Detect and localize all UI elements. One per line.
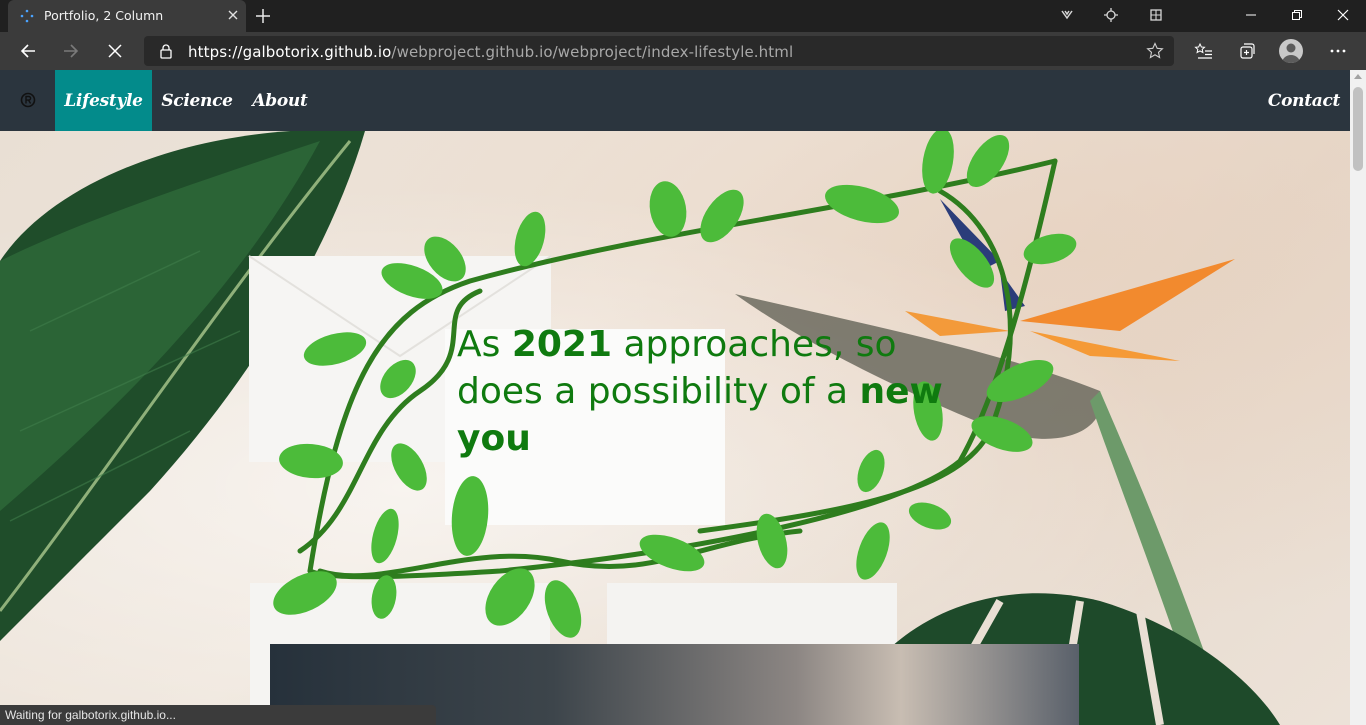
hero-section: As 2021 approaches, so does a possibilit…	[0, 131, 1350, 725]
collections-icon	[1240, 43, 1255, 59]
profile-avatar[interactable]	[1279, 39, 1303, 63]
user-icon	[1282, 43, 1300, 63]
restore-icon	[1292, 10, 1302, 20]
nav-item-science[interactable]: Science	[160, 70, 234, 131]
registered-icon[interactable]	[20, 92, 36, 108]
restore-button[interactable]	[1274, 0, 1320, 30]
browser-tab[interactable]: Portfolio, 2 Column	[8, 0, 246, 32]
address-bar[interactable]: https://galbotorix.github.io/webproject.…	[144, 36, 1174, 66]
extension-icon[interactable]	[1148, 7, 1164, 23]
page-scrollbar[interactable]	[1350, 70, 1366, 725]
status-bar-text: Waiting for galbotorix.github.io...	[0, 705, 436, 725]
scrollbar-thumb[interactable]	[1353, 87, 1363, 171]
site-navbar: Lifestyle Science About Contact	[0, 70, 1350, 131]
favorites-list-icon	[1194, 42, 1212, 59]
nav-item-contact[interactable]: Contact	[1264, 70, 1344, 131]
tab-title: Portfolio, 2 Column	[44, 8, 164, 23]
settings-menu-button[interactable]	[1324, 37, 1352, 65]
lock-icon	[160, 44, 172, 59]
scroll-up-arrow-icon[interactable]	[1354, 74, 1362, 79]
close-tab-icon[interactable]	[225, 7, 241, 23]
close-icon	[1337, 9, 1349, 21]
arrow-left-icon	[20, 44, 35, 58]
nav-item-lifestyle[interactable]: Lifestyle	[55, 70, 152, 131]
hero-headline: As 2021 approaches, so does a possibilit…	[457, 321, 977, 462]
minimize-icon	[1246, 14, 1256, 16]
close-window-button[interactable]	[1320, 0, 1366, 30]
headline-year: 2021	[511, 324, 613, 365]
close-icon	[108, 44, 122, 58]
more-icon	[1330, 49, 1346, 53]
favorites-button[interactable]	[1189, 37, 1217, 65]
favorite-star-icon[interactable]	[1146, 42, 1164, 60]
arrow-right-icon	[64, 44, 79, 58]
extension-icon[interactable]	[1103, 7, 1119, 23]
stop-loading-button[interactable]	[101, 37, 129, 65]
url-path: /webproject.github.io/webproject/index-l…	[391, 43, 794, 61]
tab-strip: Portfolio, 2 Column	[0, 0, 1366, 32]
extension-icon[interactable]	[1059, 7, 1075, 23]
new-tab-icon[interactable]	[254, 7, 272, 25]
browser-toolbar: https://galbotorix.github.io/webproject.…	[0, 32, 1366, 70]
url-scheme: https://	[188, 43, 243, 61]
web-page: Lifestyle Science About Contact As 2021 …	[0, 70, 1350, 725]
headline-text: As	[457, 324, 512, 365]
loading-spinner-icon	[20, 9, 34, 23]
back-button[interactable]	[14, 37, 42, 65]
nav-item-about[interactable]: About	[248, 70, 312, 131]
url-host: galbotorix.github.io	[242, 43, 392, 61]
collections-button[interactable]	[1233, 37, 1261, 65]
minimize-button[interactable]	[1228, 0, 1274, 30]
url-text: https://galbotorix.github.io/webproject.…	[188, 43, 793, 61]
forward-button[interactable]	[57, 37, 85, 65]
